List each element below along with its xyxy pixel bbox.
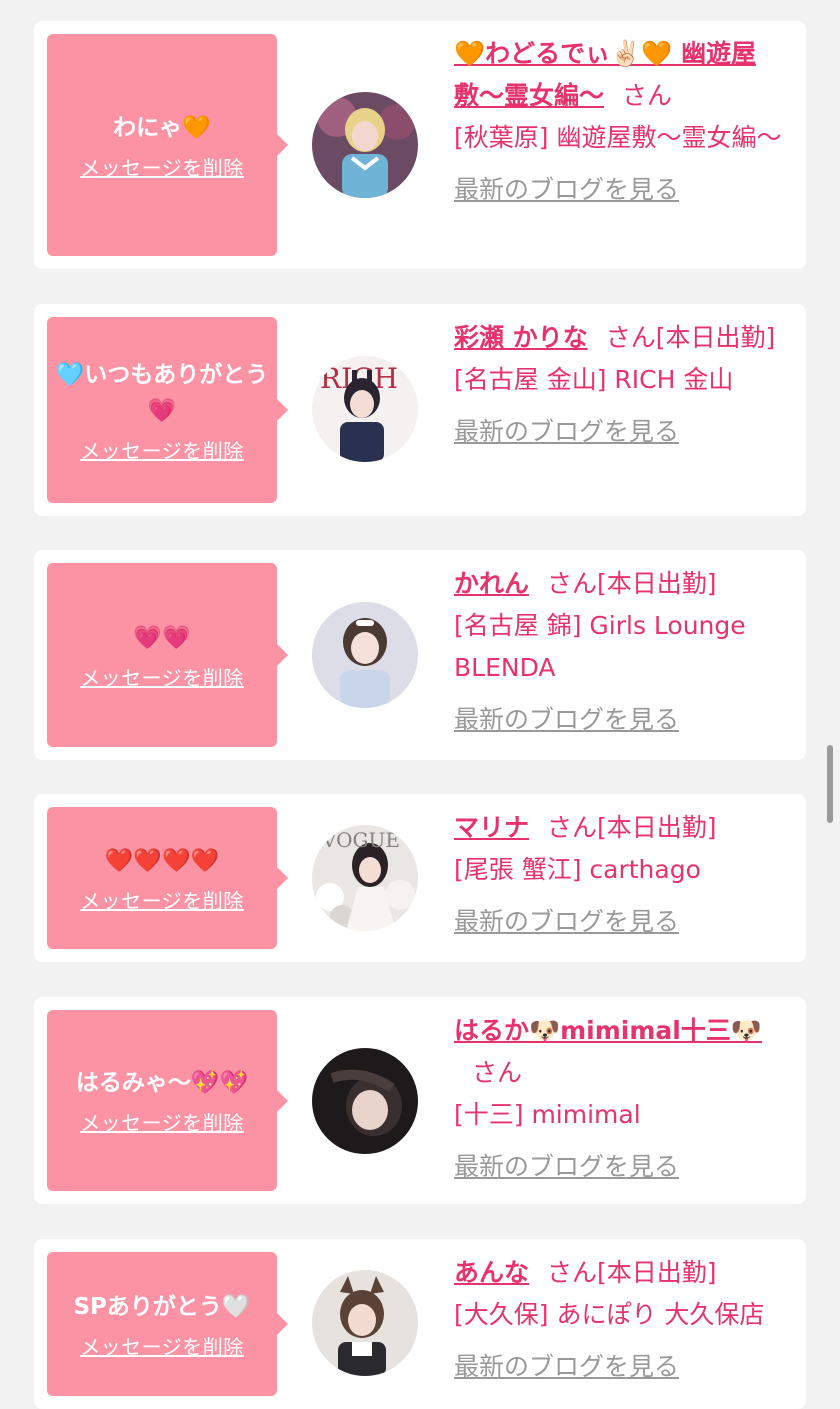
delete-message-link[interactable]: メッセージを削除: [80, 885, 244, 914]
message-card: はるみゃ〜💖💖 メッセージを削除 はるか🐶mimimal十三🐶 さん [十三] m…: [34, 997, 806, 1204]
message-text: 🩵いつもありがとう💗: [55, 361, 269, 424]
shop-label: [大久保] あにぽり 大久保店: [454, 1300, 765, 1329]
honorific: さん: [547, 569, 598, 598]
delete-message-link[interactable]: メッセージを削除: [80, 435, 244, 464]
status-label: [本日出勤]: [597, 813, 717, 842]
avatar[interactable]: RICH: [312, 356, 418, 462]
message-card: SPありがとう🤍 メッセージを削除 あんな さん[本日出勤] [大久保] あにぽり…: [34, 1239, 806, 1409]
cast-info: はるか🐶mimimal十三🐶 さん [十三] mimimal 最新のブログを見る: [454, 1010, 799, 1188]
message-bubble: わにゃ🧡 メッセージを削除: [47, 34, 288, 256]
message-text: SPありがとう🤍: [73, 1293, 251, 1320]
latest-blog-link[interactable]: 最新のブログを見る: [454, 411, 799, 453]
latest-blog-link[interactable]: 最新のブログを見る: [454, 901, 799, 943]
honorific: さん: [472, 1058, 523, 1087]
delete-message-link[interactable]: メッセージを削除: [80, 662, 244, 691]
avatar[interactable]: VOGUE: [312, 825, 418, 931]
message-bubble: ❤️❤️❤️❤️ メッセージを削除: [47, 807, 288, 949]
message-text: ❤️❤️❤️❤️: [104, 847, 220, 874]
honorific: さん: [622, 81, 673, 110]
shop-label: [尾張 蟹江] carthago: [454, 855, 701, 884]
cast-name-link[interactable]: あんな: [454, 1258, 529, 1287]
delete-message-link[interactable]: メッセージを削除: [80, 1331, 244, 1360]
message-text: はるみゃ〜💖💖: [75, 1070, 249, 1096]
status-label: [本日出勤]: [655, 323, 776, 352]
shop-label: [名古屋 錦] Girls Lounge BLENDA: [454, 611, 746, 682]
cast-info: あんな さん[本日出勤] [大久保] あにぽり 大久保店 最新のブログを見る: [454, 1252, 799, 1388]
shop-label: [十三] mimimal: [454, 1100, 641, 1129]
honorific: さん: [605, 323, 656, 352]
cast-name-link[interactable]: 🧡わどるでぃ✌🏻🧡 幽遊屋敷〜霊女編〜: [454, 39, 756, 110]
cast-info: かれん さん[本日出勤] [名古屋 錦] Girls Lounge BLENDA …: [454, 563, 799, 741]
cast-info: 彩瀬 かりな さん[本日出勤] [名古屋 金山] RICH 金山 最新のブログを見…: [454, 317, 799, 453]
cast-info: マリナ さん[本日出勤] [尾張 蟹江] carthago 最新のブログを見る: [454, 807, 799, 943]
message-card: 🩵いつもありがとう💗 メッセージを削除 RICH 彩瀬 かりなさん[本日出勤] …: [34, 304, 806, 516]
status-label: [本日出勤]: [597, 569, 717, 598]
svg-text:VOGUE: VOGUE: [321, 828, 400, 852]
delete-message-link[interactable]: メッセージを削除: [80, 1107, 244, 1136]
message-bubble: 🩵いつもありがとう💗 メッセージを削除: [47, 317, 288, 503]
latest-blog-link[interactable]: 最新のブログを見る: [454, 1146, 799, 1188]
latest-blog-link[interactable]: 最新のブログを見る: [454, 699, 799, 741]
message-card: わにゃ🧡 メッセージを削除 🧡わどるでぃ✌🏻🧡 幽遊屋敷〜霊女編〜 さん [秋葉原…: [34, 21, 806, 269]
latest-blog-link[interactable]: 最新のブログを見る: [454, 1346, 799, 1388]
message-text: わにゃ🧡: [113, 114, 211, 141]
vertical-scrollbar[interactable]: [827, 745, 833, 823]
cast-name-link[interactable]: はるか🐶mimimal十三🐶: [454, 1016, 762, 1045]
message-text: 💗💗: [133, 624, 191, 651]
shop-label: [秋葉原] 幽遊屋敷〜霊女編〜: [454, 123, 782, 152]
avatar[interactable]: [312, 92, 418, 198]
latest-blog-link[interactable]: 最新のブログを見る: [454, 169, 799, 211]
honorific: さん: [547, 1258, 598, 1287]
message-card: ❤️❤️❤️❤️ メッセージを削除 VOGUE マリナ さん[本日出勤] [尾張 …: [34, 794, 806, 962]
cast-name-link[interactable]: 彩瀬 かりな: [454, 323, 588, 352]
avatar[interactable]: [312, 1048, 418, 1154]
message-bubble: SPありがとう🤍 メッセージを削除: [47, 1252, 288, 1396]
message-card: 💗💗 メッセージを削除 かれん さん[本日出勤] [名古屋 錦] Girls Lo…: [34, 550, 806, 760]
avatar[interactable]: [312, 1270, 418, 1376]
delete-message-link[interactable]: メッセージを削除: [80, 152, 244, 181]
honorific: さん: [547, 813, 598, 842]
cast-name-link[interactable]: マリナ: [454, 813, 529, 842]
shop-label: [名古屋 金山] RICH 金山: [454, 365, 734, 394]
message-bubble: 💗💗 メッセージを削除: [47, 563, 288, 747]
avatar[interactable]: [312, 602, 418, 708]
cast-name-link[interactable]: かれん: [454, 569, 529, 598]
cast-info: 🧡わどるでぃ✌🏻🧡 幽遊屋敷〜霊女編〜 さん [秋葉原] 幽遊屋敷〜霊女編〜 最新…: [454, 33, 799, 211]
status-label: [本日出勤]: [597, 1258, 717, 1287]
message-bubble: はるみゃ〜💖💖 メッセージを削除: [47, 1010, 288, 1191]
